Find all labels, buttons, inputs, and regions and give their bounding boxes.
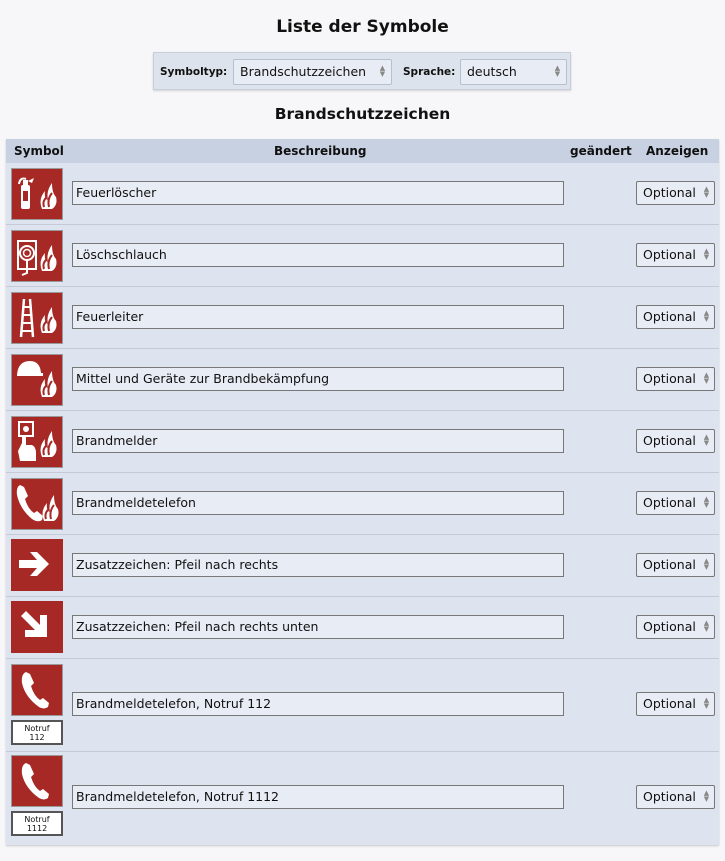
display-select-value: Optional	[643, 185, 696, 200]
select-arrows-icon: ▲ ▼	[703, 557, 710, 571]
table-row: Feuerlöscher Optional ▲ ▼	[6, 163, 719, 225]
display-select-value: Optional	[643, 557, 696, 572]
table-row: Brandmelder Optional ▲ ▼	[6, 411, 719, 473]
description-input[interactable]: Löschschlauch	[72, 243, 564, 267]
symboltyp-label: Symboltyp:	[160, 66, 228, 78]
notruf-sign: Notruf 112	[11, 720, 63, 745]
select-arrows-icon: ▲ ▼	[703, 185, 710, 199]
notruf-sign: Notruf 1112	[11, 811, 63, 836]
description-input[interactable]: Feuerlöscher	[72, 181, 564, 205]
fire-alarm-call-point-icon	[11, 416, 63, 468]
section-title: Brandschutzzeichen	[274, 105, 451, 123]
sprache-select[interactable]: deutsch ▲ ▼	[460, 59, 567, 85]
symbol-table: Symbol Beschreibung geändert Anzeigen Fe…	[6, 139, 719, 845]
notruf-label: Notruf	[24, 815, 50, 824]
table-row: Mittel und Geräte zur Brandbekämpfung Op…	[6, 349, 719, 411]
arrow-right-icon	[11, 539, 63, 591]
select-arrows-icon: ▲ ▼	[379, 64, 386, 78]
display-select[interactable]: Optional ▲ ▼	[636, 181, 715, 205]
emergency-phone-icon	[11, 664, 63, 716]
display-select-value: Optional	[643, 789, 696, 804]
table-row: Zusatzzeichen: Pfeil nach rechts unten O…	[6, 597, 719, 659]
select-arrows-icon: ▲ ▼	[703, 371, 710, 385]
display-select-value: Optional	[643, 433, 696, 448]
select-arrows-icon: ▲ ▼	[703, 789, 710, 803]
description-input[interactable]: Feuerleiter	[72, 305, 564, 329]
firefighting-equipment-icon	[11, 354, 63, 406]
display-select-value: Optional	[643, 495, 696, 510]
arrow-down-right-icon	[11, 601, 63, 653]
display-select[interactable]: Optional ▲ ▼	[636, 305, 715, 329]
display-select[interactable]: Optional ▲ ▼	[636, 367, 715, 391]
description-input[interactable]: Mittel und Geräte zur Brandbekämpfung	[72, 367, 564, 391]
fire-ladder-icon	[11, 292, 63, 344]
filter-bar: Symboltyp: Brandschutzzeichen ▲ ▼ Sprache…	[153, 52, 571, 90]
table-row: Löschschlauch Optional ▲ ▼	[6, 225, 719, 287]
select-arrows-icon: ▲ ▼	[703, 433, 710, 447]
header-geaendert: geändert	[570, 144, 632, 158]
select-arrows-icon: ▲ ▼	[703, 309, 710, 323]
sprache-label: Sprache:	[403, 66, 456, 78]
description-input[interactable]: Brandmelder	[72, 429, 564, 453]
header-symbol: Symbol	[14, 144, 64, 158]
sprache-value: deutsch	[467, 64, 517, 79]
display-select[interactable]: Optional ▲ ▼	[636, 692, 715, 716]
select-arrows-icon: ▲ ▼	[703, 696, 710, 710]
table-header: Symbol Beschreibung geändert Anzeigen	[6, 139, 719, 163]
table-row: Notruf 1112 Brandmeldetelefon, Notruf 11…	[6, 752, 719, 845]
display-select[interactable]: Optional ▲ ▼	[636, 491, 715, 515]
display-select-value: Optional	[643, 696, 696, 711]
fire-extinguisher-icon	[11, 168, 63, 220]
display-select-value: Optional	[643, 619, 696, 634]
display-select-value: Optional	[643, 371, 696, 386]
display-select-value: Optional	[643, 247, 696, 262]
display-select[interactable]: Optional ▲ ▼	[636, 785, 715, 809]
table-row: Notruf 112 Brandmeldetelefon, Notruf 112…	[6, 659, 719, 752]
display-select[interactable]: Optional ▲ ▼	[636, 615, 715, 639]
symboltyp-value: Brandschutzzeichen	[240, 64, 367, 79]
fire-hose-icon	[11, 230, 63, 282]
page-title: Liste der Symbole	[276, 17, 449, 37]
fire-emergency-phone-icon	[11, 478, 63, 530]
table-row: Zusatzzeichen: Pfeil nach rechts Optiona…	[6, 535, 719, 597]
select-arrows-icon: ▲ ▼	[554, 64, 561, 78]
symboltyp-select[interactable]: Brandschutzzeichen ▲ ▼	[233, 59, 392, 85]
display-select-value: Optional	[643, 309, 696, 324]
table-row: Feuerleiter Optional ▲ ▼	[6, 287, 719, 349]
description-input[interactable]: Zusatzzeichen: Pfeil nach rechts unten	[72, 615, 564, 639]
description-input[interactable]: Brandmeldetelefon	[72, 491, 564, 515]
select-arrows-icon: ▲ ▼	[703, 495, 710, 509]
notruf-label: Notruf	[24, 724, 50, 733]
emergency-phone-icon	[11, 755, 63, 807]
header-beschreibung: Beschreibung	[274, 144, 367, 158]
description-input[interactable]: Brandmeldetelefon, Notruf 1112	[72, 785, 564, 809]
description-input[interactable]: Zusatzzeichen: Pfeil nach rechts	[72, 553, 564, 577]
header-anzeigen: Anzeigen	[646, 144, 709, 158]
notruf-number: 1112	[26, 824, 48, 833]
display-select[interactable]: Optional ▲ ▼	[636, 243, 715, 267]
notruf-number: 112	[29, 733, 45, 742]
display-select[interactable]: Optional ▲ ▼	[636, 429, 715, 453]
table-row: Brandmeldetelefon Optional ▲ ▼	[6, 473, 719, 535]
select-arrows-icon: ▲ ▼	[703, 619, 710, 633]
select-arrows-icon: ▲ ▼	[703, 247, 710, 261]
description-input[interactable]: Brandmeldetelefon, Notruf 112	[72, 692, 564, 716]
display-select[interactable]: Optional ▲ ▼	[636, 553, 715, 577]
